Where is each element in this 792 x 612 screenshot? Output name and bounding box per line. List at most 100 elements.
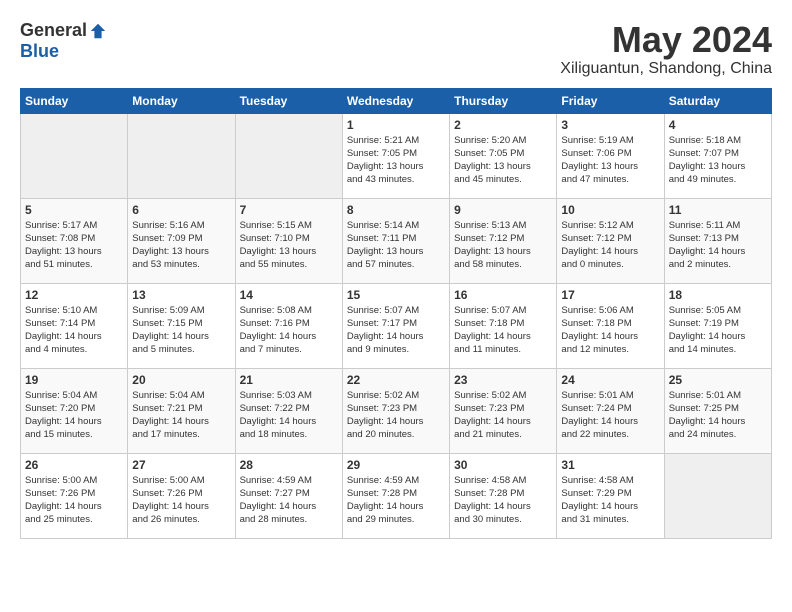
day-number: 4 xyxy=(669,118,767,132)
header-sunday: Sunday xyxy=(21,88,128,113)
day-info: Sunrise: 5:15 AMSunset: 7:10 PMDaylight:… xyxy=(240,219,338,272)
day-number: 1 xyxy=(347,118,445,132)
calendar-day-cell: 8Sunrise: 5:14 AMSunset: 7:11 PMDaylight… xyxy=(342,198,449,283)
calendar-week-row: 5Sunrise: 5:17 AMSunset: 7:08 PMDaylight… xyxy=(21,198,772,283)
day-number: 30 xyxy=(454,458,552,472)
day-info: Sunrise: 4:58 AMSunset: 7:28 PMDaylight:… xyxy=(454,474,552,527)
day-info: Sunrise: 5:02 AMSunset: 7:23 PMDaylight:… xyxy=(347,389,445,442)
day-number: 14 xyxy=(240,288,338,302)
day-number: 12 xyxy=(25,288,123,302)
header-wednesday: Wednesday xyxy=(342,88,449,113)
calendar-header-row: SundayMondayTuesdayWednesdayThursdayFrid… xyxy=(21,88,772,113)
day-info: Sunrise: 5:00 AMSunset: 7:26 PMDaylight:… xyxy=(25,474,123,527)
calendar-day-cell: 5Sunrise: 5:17 AMSunset: 7:08 PMDaylight… xyxy=(21,198,128,283)
day-number: 9 xyxy=(454,203,552,217)
calendar-day-cell: 25Sunrise: 5:01 AMSunset: 7:25 PMDayligh… xyxy=(664,368,771,453)
logo-blue-text: Blue xyxy=(20,41,59,62)
day-number: 22 xyxy=(347,373,445,387)
calendar-day-cell: 20 Sunrise: 5:04 AMSunset: 7:21 PMDayligh… xyxy=(128,368,235,453)
day-info: Sunrise: 4:59 AMSunset: 7:27 PMDaylight:… xyxy=(240,474,338,527)
day-info: Sunrise: 5:06 AMSunset: 7:18 PMDaylight:… xyxy=(561,304,659,357)
calendar-day-cell: 4 Sunrise: 5:18 AMSunset: 7:07 PMDaylight… xyxy=(664,113,771,198)
day-info: Sunrise: 5:07 AMSunset: 7:18 PMDaylight:… xyxy=(454,304,552,357)
header-monday: Monday xyxy=(128,88,235,113)
calendar-day-cell: 26 Sunrise: 5:00 AMSunset: 7:26 PMDayligh… xyxy=(21,453,128,538)
calendar-day-cell: 11Sunrise: 5:11 AMSunset: 7:13 PMDayligh… xyxy=(664,198,771,283)
day-info: Sunrise: 5:20 AMSunset: 7:05 PMDaylight:… xyxy=(454,134,552,187)
calendar-day-cell: 6 Sunrise: 5:16 AMSunset: 7:09 PMDaylight… xyxy=(128,198,235,283)
day-info: Sunrise: 5:09 AMSunset: 7:15 PMDaylight:… xyxy=(132,304,230,357)
day-info: Sunrise: 5:04 AMSunset: 7:21 PMDaylight:… xyxy=(132,389,230,442)
calendar-day-cell: 30 Sunrise: 4:58 AMSunset: 7:28 PMDayligh… xyxy=(450,453,557,538)
calendar-day-cell: 24 Sunrise: 5:01 AMSunset: 7:24 PMDayligh… xyxy=(557,368,664,453)
day-number: 6 xyxy=(132,203,230,217)
header-friday: Friday xyxy=(557,88,664,113)
day-number: 31 xyxy=(561,458,659,472)
day-info: Sunrise: 5:04 AMSunset: 7:20 PMDaylight:… xyxy=(25,389,123,442)
day-number: 24 xyxy=(561,373,659,387)
calendar-day-cell: 16 Sunrise: 5:07 AMSunset: 7:18 PMDayligh… xyxy=(450,283,557,368)
calendar-day-cell: 1 Sunrise: 5:21 AMSunset: 7:05 PMDaylight… xyxy=(342,113,449,198)
day-info: Sunrise: 5:07 AMSunset: 7:17 PMDaylight:… xyxy=(347,304,445,357)
day-info: Sunrise: 5:13 AMSunset: 7:12 PMDaylight:… xyxy=(454,219,552,272)
title-area: May 2024 Xiliguantun, Shandong, China xyxy=(560,20,772,78)
day-number: 26 xyxy=(25,458,123,472)
logo-icon xyxy=(89,22,107,40)
calendar-day-cell: 31Sunrise: 4:58 AMSunset: 7:29 PMDayligh… xyxy=(557,453,664,538)
day-info: Sunrise: 5:00 AMSunset: 7:26 PMDaylight:… xyxy=(132,474,230,527)
day-number: 7 xyxy=(240,203,338,217)
calendar-day-cell: 10Sunrise: 5:12 AMSunset: 7:12 PMDayligh… xyxy=(557,198,664,283)
day-info: Sunrise: 5:21 AMSunset: 7:05 PMDaylight:… xyxy=(347,134,445,187)
calendar-day-cell: 2Sunrise: 5:20 AMSunset: 7:05 PMDaylight… xyxy=(450,113,557,198)
day-info: Sunrise: 5:03 AMSunset: 7:22 PMDaylight:… xyxy=(240,389,338,442)
calendar-day-cell: 21 Sunrise: 5:03 AMSunset: 7:22 PMDayligh… xyxy=(235,368,342,453)
day-info: Sunrise: 5:18 AMSunset: 7:07 PMDaylight:… xyxy=(669,134,767,187)
day-number: 20 xyxy=(132,373,230,387)
day-info: Sunrise: 5:10 AMSunset: 7:14 PMDaylight:… xyxy=(25,304,123,357)
calendar-day-cell xyxy=(128,113,235,198)
calendar-table: SundayMondayTuesdayWednesdayThursdayFrid… xyxy=(20,88,772,539)
calendar-day-cell: 19 Sunrise: 5:04 AMSunset: 7:20 PMDayligh… xyxy=(21,368,128,453)
calendar-week-row: 12 Sunrise: 5:10 AMSunset: 7:14 PMDayligh… xyxy=(21,283,772,368)
day-number: 19 xyxy=(25,373,123,387)
day-number: 25 xyxy=(669,373,767,387)
day-number: 18 xyxy=(669,288,767,302)
day-info: Sunrise: 5:19 AMSunset: 7:06 PMDaylight:… xyxy=(561,134,659,187)
day-number: 15 xyxy=(347,288,445,302)
header-thursday: Thursday xyxy=(450,88,557,113)
day-number: 13 xyxy=(132,288,230,302)
day-number: 29 xyxy=(347,458,445,472)
day-info: Sunrise: 5:11 AMSunset: 7:13 PMDaylight:… xyxy=(669,219,767,272)
day-info: Sunrise: 5:16 AMSunset: 7:09 PMDaylight:… xyxy=(132,219,230,272)
calendar-day-cell xyxy=(664,453,771,538)
day-info: Sunrise: 5:01 AMSunset: 7:24 PMDaylight:… xyxy=(561,389,659,442)
header-tuesday: Tuesday xyxy=(235,88,342,113)
page-header: General Blue May 2024 Xiliguantun, Shand… xyxy=(20,20,772,78)
logo: General Blue xyxy=(20,20,107,62)
calendar-day-cell: 23 Sunrise: 5:02 AMSunset: 7:23 PMDayligh… xyxy=(450,368,557,453)
day-info: Sunrise: 5:05 AMSunset: 7:19 PMDaylight:… xyxy=(669,304,767,357)
calendar-day-cell: 3Sunrise: 5:19 AMSunset: 7:06 PMDaylight… xyxy=(557,113,664,198)
calendar-week-row: 26 Sunrise: 5:00 AMSunset: 7:26 PMDayligh… xyxy=(21,453,772,538)
day-info: Sunrise: 5:08 AMSunset: 7:16 PMDaylight:… xyxy=(240,304,338,357)
calendar-day-cell: 9 Sunrise: 5:13 AMSunset: 7:12 PMDaylight… xyxy=(450,198,557,283)
calendar-day-cell xyxy=(235,113,342,198)
calendar-week-row: 1 Sunrise: 5:21 AMSunset: 7:05 PMDaylight… xyxy=(21,113,772,198)
location-title: Xiliguantun, Shandong, China xyxy=(560,60,772,78)
day-number: 21 xyxy=(240,373,338,387)
calendar-day-cell: 17 Sunrise: 5:06 AMSunset: 7:18 PMDayligh… xyxy=(557,283,664,368)
calendar-day-cell: 13 Sunrise: 5:09 AMSunset: 7:15 PMDayligh… xyxy=(128,283,235,368)
calendar-day-cell xyxy=(21,113,128,198)
day-number: 28 xyxy=(240,458,338,472)
day-number: 17 xyxy=(561,288,659,302)
day-info: Sunrise: 5:02 AMSunset: 7:23 PMDaylight:… xyxy=(454,389,552,442)
day-number: 27 xyxy=(132,458,230,472)
day-number: 16 xyxy=(454,288,552,302)
day-info: Sunrise: 5:14 AMSunset: 7:11 PMDaylight:… xyxy=(347,219,445,272)
calendar-day-cell: 27 Sunrise: 5:00 AMSunset: 7:26 PMDayligh… xyxy=(128,453,235,538)
header-saturday: Saturday xyxy=(664,88,771,113)
day-number: 23 xyxy=(454,373,552,387)
calendar-day-cell: 15 Sunrise: 5:07 AMSunset: 7:17 PMDayligh… xyxy=(342,283,449,368)
day-info: Sunrise: 4:59 AMSunset: 7:28 PMDaylight:… xyxy=(347,474,445,527)
month-title: May 2024 xyxy=(560,20,772,60)
